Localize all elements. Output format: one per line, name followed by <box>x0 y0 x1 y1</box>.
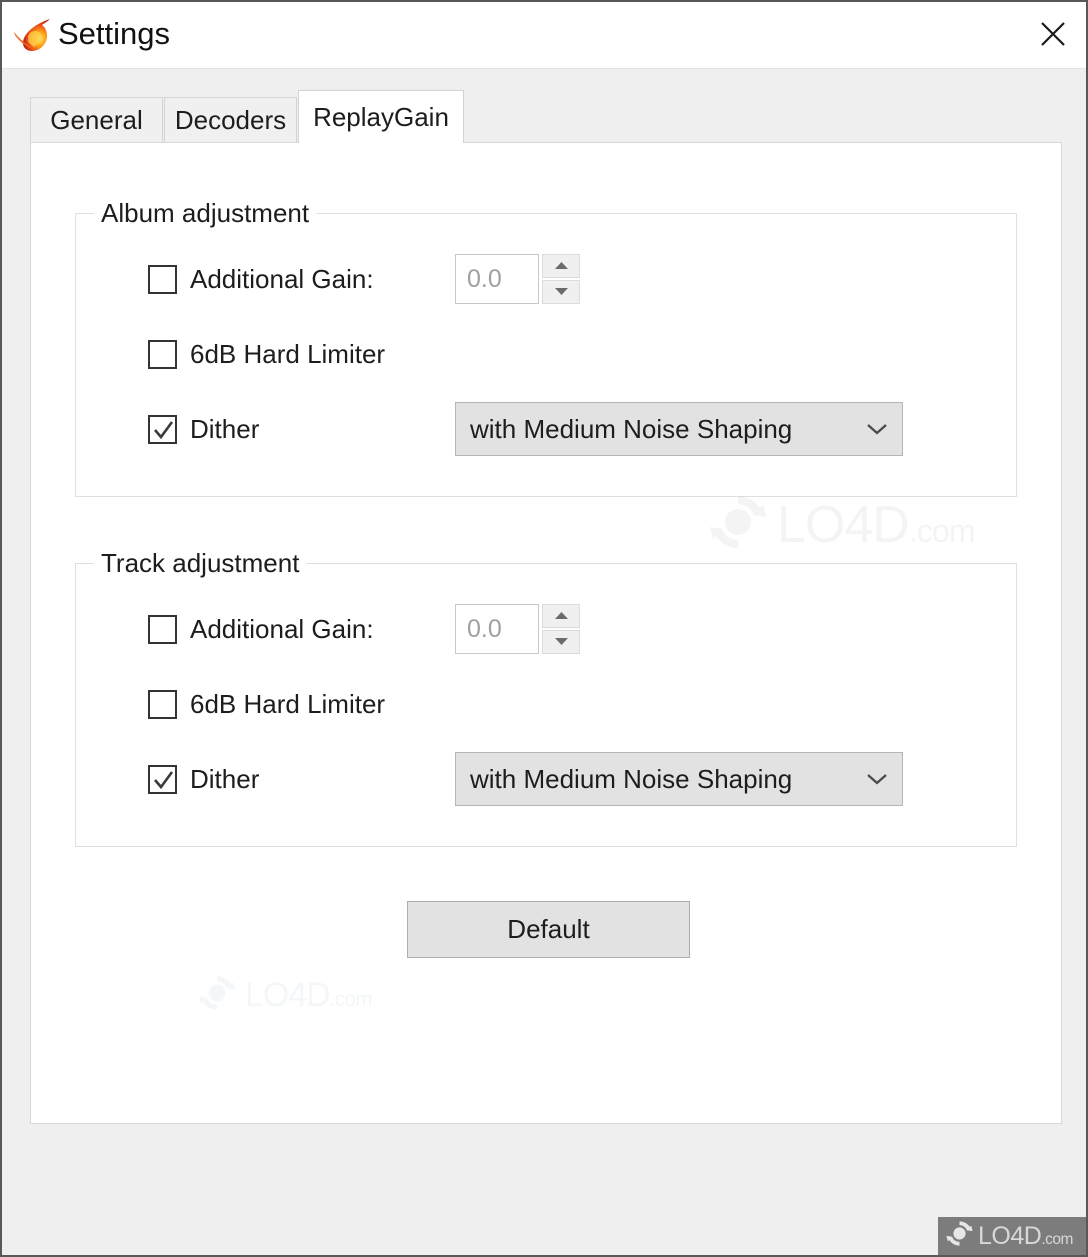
tab-general[interactable]: General <box>30 97 163 143</box>
checkbox-box <box>148 615 177 644</box>
checkbox-box <box>148 415 177 444</box>
chevron-down-icon <box>852 772 902 786</box>
album-dither-selected-value: with Medium Noise Shaping <box>470 413 793 444</box>
watermark-text: LO4D.com <box>777 495 976 554</box>
lo4d-logo-icon <box>945 1219 974 1253</box>
album-hard-limiter-checkbox[interactable]: 6dB Hard Limiter <box>148 339 385 370</box>
close-icon <box>1039 20 1067 48</box>
album-additional-gain-stepper[interactable]: 0.0 <box>455 254 580 304</box>
watermark-lo4d-primary: LO4D.com <box>707 491 976 558</box>
lo4d-logo-icon <box>707 491 769 558</box>
badge-text: LO4D.com <box>978 1221 1073 1250</box>
checkbox-box <box>148 340 177 369</box>
track-dither-label: Dither <box>190 764 260 794</box>
track-hard-limiter-checkbox[interactable]: 6dB Hard Limiter <box>148 689 385 720</box>
checkbox-box <box>148 690 177 719</box>
default-button[interactable]: Default <box>407 901 690 958</box>
lo4d-logo-icon <box>197 973 237 1018</box>
chevron-up-icon <box>554 607 569 625</box>
track-adjustment-legend: Track adjustment <box>94 548 307 579</box>
chevron-down-icon <box>554 283 569 301</box>
track-dither-selected-value: with Medium Noise Shaping <box>470 763 793 794</box>
track-additional-gain-checkbox[interactable]: Additional Gain: <box>148 614 374 645</box>
tab-label: General <box>50 105 143 135</box>
track-dither-noise-shaping-select[interactable]: with Medium Noise Shaping <box>455 752 903 806</box>
track-gain-spin-arrows <box>542 604 580 654</box>
title-bar: Settings <box>2 2 1086 69</box>
checkbox-box <box>148 765 177 794</box>
watermark-text: LO4D.com <box>245 976 373 1014</box>
album-additional-gain-input[interactable]: 0.0 <box>455 254 539 304</box>
chevron-down-icon <box>554 633 569 651</box>
album-dither-noise-shaping-select[interactable]: with Medium Noise Shaping <box>455 402 903 456</box>
album-gain-increment-button[interactable] <box>542 254 580 278</box>
album-adjustment-legend: Album adjustment <box>94 198 317 229</box>
window-title: Settings <box>58 16 171 51</box>
track-adjustment-group: Track adjustment Additional Gain: 0.0 6d… <box>75 548 1017 847</box>
lo4d-corner-badge: LO4D.com <box>938 1217 1086 1255</box>
track-dither-checkbox[interactable]: Dither <box>148 764 259 795</box>
chevron-down-icon <box>852 422 902 436</box>
checkbox-box <box>148 265 177 294</box>
track-hard-limiter-label: 6dB Hard Limiter <box>190 689 386 719</box>
album-additional-gain-label: Additional Gain: <box>190 264 374 294</box>
close-button[interactable] <box>1020 2 1086 66</box>
chevron-up-icon <box>554 257 569 275</box>
flame-comet-icon <box>14 17 52 53</box>
tab-strip: General Decoders ReplayGain <box>30 90 1062 143</box>
track-additional-gain-input[interactable]: 0.0 <box>455 604 539 654</box>
tab-label: ReplayGain <box>313 101 449 132</box>
tab-label: Decoders <box>174 105 287 135</box>
tab-replaygain[interactable]: ReplayGain <box>298 90 464 143</box>
album-additional-gain-checkbox[interactable]: Additional Gain: <box>148 264 374 295</box>
track-gain-increment-button[interactable] <box>542 604 580 628</box>
track-gain-decrement-button[interactable] <box>542 630 580 654</box>
track-additional-gain-stepper[interactable]: 0.0 <box>455 604 580 654</box>
tab-decoders[interactable]: Decoders <box>164 97 297 143</box>
album-gain-decrement-button[interactable] <box>542 280 580 304</box>
replaygain-tab-panel: Album adjustment Additional Gain: 0.0 6d… <box>30 142 1062 1124</box>
album-dither-checkbox[interactable]: Dither <box>148 414 259 445</box>
watermark-lo4d-secondary: LO4D.com <box>197 973 373 1018</box>
default-button-label: Default <box>507 914 590 944</box>
album-dither-label: Dither <box>190 414 260 444</box>
album-adjustment-group: Album adjustment Additional Gain: 0.0 6d… <box>75 198 1017 497</box>
settings-window: Settings General Decoders ReplayGain Alb… <box>0 0 1088 1257</box>
track-additional-gain-label: Additional Gain: <box>190 614 374 644</box>
album-hard-limiter-label: 6dB Hard Limiter <box>190 339 386 369</box>
album-gain-spin-arrows <box>542 254 580 304</box>
